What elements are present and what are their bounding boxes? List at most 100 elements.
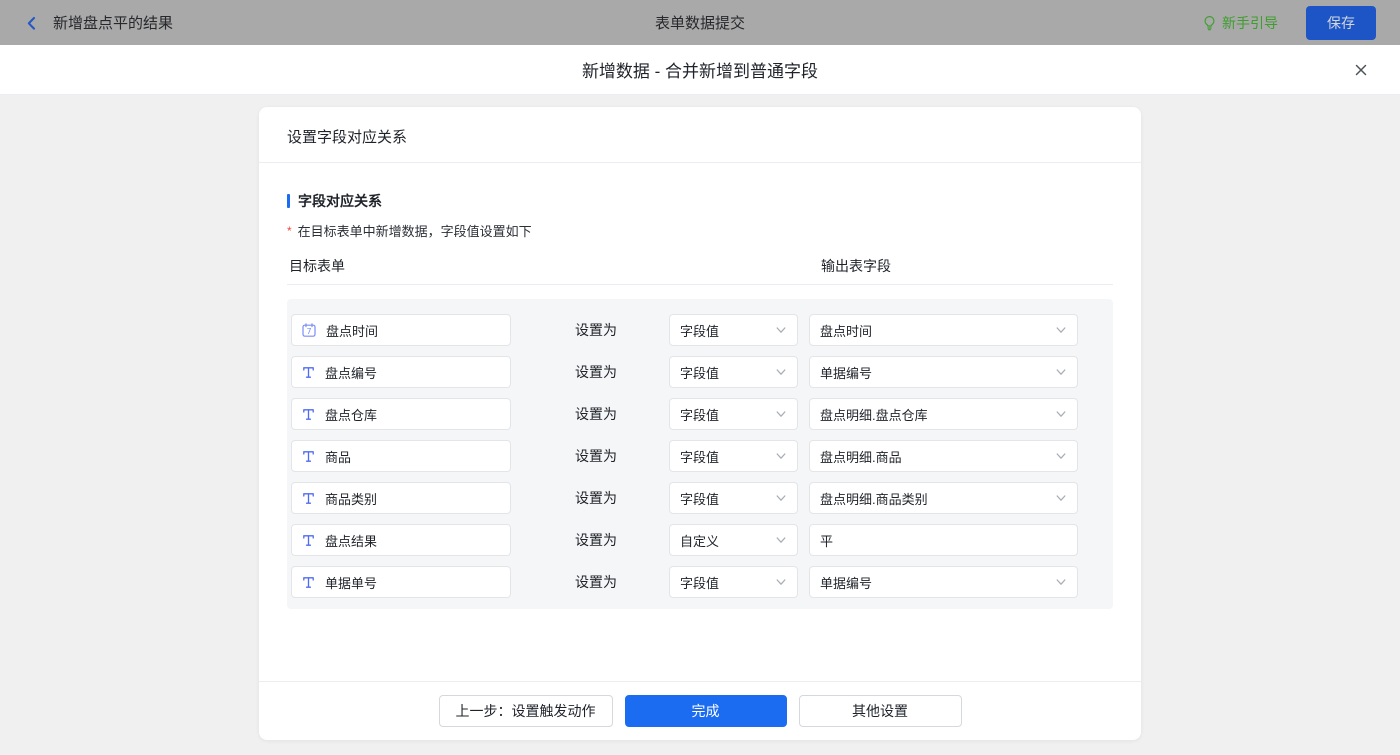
rows-panel: 7 盘点时间 设置为 字段值 盘点时间 [287, 299, 1113, 609]
column-headers: 目标表单 输出表字段 [287, 256, 1113, 285]
mode-select-value: 字段值 [680, 573, 719, 592]
mapping-row: 盘点仓库 设置为 字段值 盘点明细.盘点仓库 [291, 398, 1113, 430]
mode-select-value: 字段值 [680, 363, 719, 382]
mode-select[interactable]: 字段值 [669, 566, 798, 598]
text-field-icon [301, 449, 316, 464]
beginner-guide-link[interactable]: 新手引导 [1202, 13, 1278, 33]
value-input[interactable]: 平 [809, 524, 1078, 556]
column-target-form: 目标表单 [289, 256, 345, 276]
target-field-label: 商品类别 [325, 489, 377, 508]
chevron-down-icon [775, 366, 787, 378]
chevron-left-icon [24, 15, 40, 31]
target-field-label: 单据单号 [325, 573, 377, 592]
target-field-box[interactable]: 商品类别 [291, 482, 511, 514]
save-button[interactable]: 保存 [1306, 6, 1376, 40]
back-button[interactable]: 新增盘点平的结果 [24, 12, 173, 33]
section-accent-bar [287, 194, 290, 208]
set-as-label: 设置为 [575, 320, 631, 340]
target-field-label: 盘点时间 [326, 321, 378, 340]
value-select-value: 盘点明细.商品类别 [820, 489, 928, 508]
chevron-down-icon [1055, 408, 1067, 420]
value-select-value: 盘点明细.商品 [820, 447, 902, 466]
done-button[interactable]: 完成 [625, 695, 787, 727]
mapping-row: 单据单号 设置为 字段值 单据编号 [291, 566, 1113, 598]
target-field-label: 盘点编号 [325, 363, 377, 382]
lightbulb-icon [1202, 15, 1217, 31]
mode-select[interactable]: 字段值 [669, 314, 798, 346]
card-content: 字段对应关系 * 在目标表单中新增数据，字段值设置如下 目标表单 输出表字段 7 [259, 163, 1141, 681]
other-settings-button[interactable]: 其他设置 [799, 695, 962, 727]
value-select[interactable]: 单据编号 [809, 566, 1078, 598]
mode-select-value: 字段值 [680, 405, 719, 424]
mode-select-value: 字段值 [680, 447, 719, 466]
topbar: 新增盘点平的结果 表单数据提交 新手引导 保存 [0, 0, 1400, 45]
hint-text: 在目标表单中新增数据，字段值设置如下 [298, 221, 532, 240]
svg-text:7: 7 [306, 327, 311, 336]
column-output-fields: 输出表字段 [821, 256, 891, 276]
section-hint: * 在目标表单中新增数据，字段值设置如下 [287, 221, 1113, 240]
text-field-icon [301, 491, 316, 506]
value-select-value: 盘点时间 [820, 321, 872, 340]
value-select-value: 单据编号 [820, 363, 872, 382]
chevron-down-icon [775, 450, 787, 462]
value-input-text: 平 [820, 531, 833, 550]
chevron-down-icon [1055, 492, 1067, 504]
mapping-row: 商品 设置为 字段值 盘点明细.商品 [291, 440, 1113, 472]
text-field-icon [301, 533, 316, 548]
chevron-down-icon [1055, 366, 1067, 378]
target-field-box[interactable]: 盘点仓库 [291, 398, 511, 430]
set-as-label: 设置为 [575, 572, 631, 592]
mode-select-value: 自定义 [680, 531, 719, 550]
close-icon [1352, 67, 1370, 82]
mode-select-value: 字段值 [680, 489, 719, 508]
page-title: 表单数据提交 [655, 12, 745, 33]
section-title: 字段对应关系 [287, 191, 1113, 211]
text-field-icon [301, 365, 316, 380]
modal-body: 设置字段对应关系 字段对应关系 * 在目标表单中新增数据，字段值设置如下 目标表… [0, 107, 1400, 755]
value-select[interactable]: 盘点时间 [809, 314, 1078, 346]
mapping-row: 盘点编号 设置为 字段值 单据编号 [291, 356, 1113, 388]
target-field-label: 商品 [325, 447, 351, 466]
close-button[interactable] [1348, 57, 1374, 83]
value-select-value: 单据编号 [820, 573, 872, 592]
target-field-box[interactable]: 7 盘点时间 [291, 314, 511, 346]
target-field-box[interactable]: 盘点结果 [291, 524, 511, 556]
chevron-down-icon [1055, 576, 1067, 588]
target-field-box[interactable]: 盘点编号 [291, 356, 511, 388]
mode-select[interactable]: 自定义 [669, 524, 798, 556]
mode-select[interactable]: 字段值 [669, 398, 798, 430]
value-select[interactable]: 盘点明细.盘点仓库 [809, 398, 1078, 430]
target-field-box[interactable]: 单据单号 [291, 566, 511, 598]
value-select[interactable]: 单据编号 [809, 356, 1078, 388]
modal-title: 新增数据 - 合并新增到普通字段 [582, 57, 818, 82]
value-select-value: 盘点明细.盘点仓库 [820, 405, 928, 424]
mapping-row: 7 盘点时间 设置为 字段值 盘点时间 [291, 314, 1113, 346]
previous-step-button[interactable]: 上一步：设置触发动作 [439, 695, 613, 727]
card-header: 设置字段对应关系 [259, 107, 1141, 163]
set-as-label: 设置为 [575, 446, 631, 466]
value-select[interactable]: 盘点明细.商品类别 [809, 482, 1078, 514]
target-field-box[interactable]: 商品 [291, 440, 511, 472]
mode-select-value: 字段值 [680, 321, 719, 340]
target-field-label: 盘点仓库 [325, 405, 377, 424]
chevron-down-icon [775, 324, 787, 336]
set-as-label: 设置为 [575, 488, 631, 508]
beginner-guide-label: 新手引导 [1222, 13, 1278, 33]
section-label: 字段对应关系 [298, 191, 382, 211]
chevron-down-icon [775, 408, 787, 420]
card-footer: 上一步：设置触发动作 完成 其他设置 [259, 681, 1141, 740]
set-as-label: 设置为 [575, 362, 631, 382]
value-select[interactable]: 盘点明细.商品 [809, 440, 1078, 472]
mapping-row: 商品类别 设置为 字段值 盘点明细.商品类别 [291, 482, 1113, 514]
mapping-card: 设置字段对应关系 字段对应关系 * 在目标表单中新增数据，字段值设置如下 目标表… [259, 107, 1141, 740]
mode-select[interactable]: 字段值 [669, 482, 798, 514]
mapping-row: 盘点结果 设置为 自定义 平 [291, 524, 1113, 556]
back-label: 新增盘点平的结果 [53, 12, 173, 33]
text-field-icon [301, 407, 316, 422]
target-field-label: 盘点结果 [325, 531, 377, 550]
chevron-down-icon [775, 492, 787, 504]
text-field-icon [301, 575, 316, 590]
mode-select[interactable]: 字段值 [669, 356, 798, 388]
mode-select[interactable]: 字段值 [669, 440, 798, 472]
required-asterisk: * [287, 224, 292, 238]
